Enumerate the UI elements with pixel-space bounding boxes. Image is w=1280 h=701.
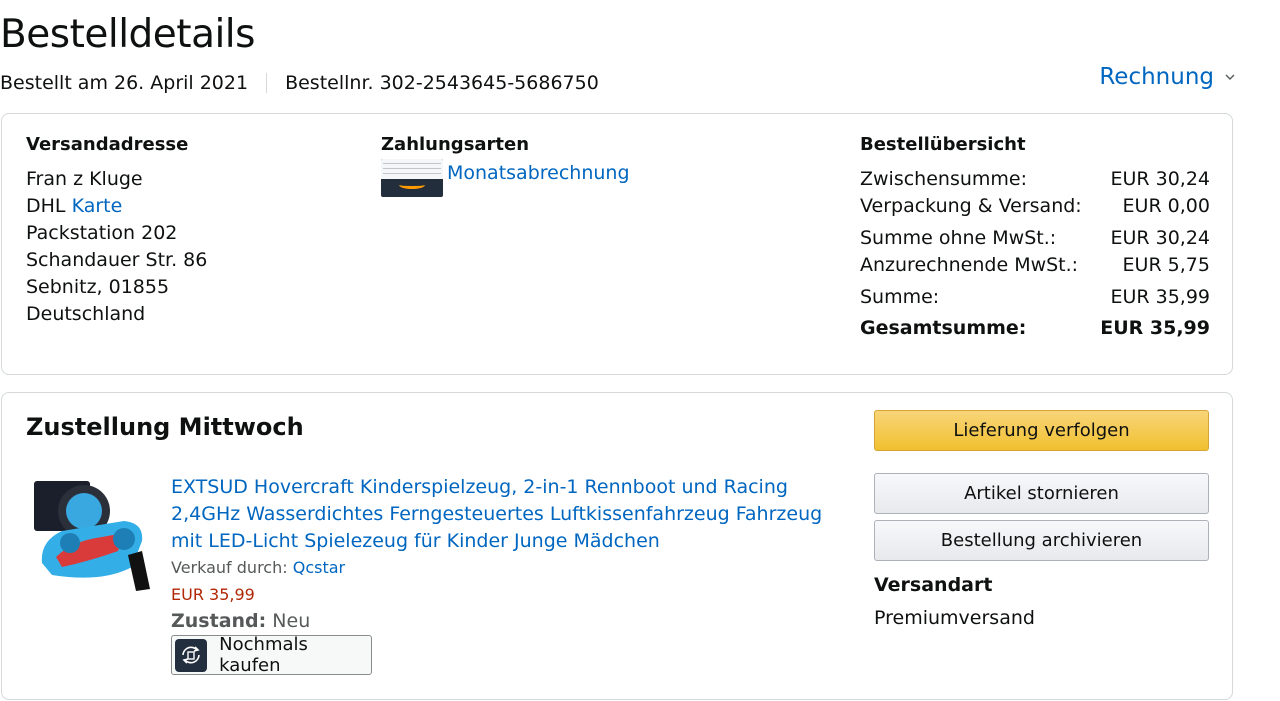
address-name: Fran z Kluge: [26, 168, 143, 190]
condition-value: Neu: [272, 610, 311, 632]
order-summary: Zwischensumme: EUR 30,24 Verpackung & Ve…: [860, 166, 1210, 342]
amazon-card-icon: [381, 159, 443, 197]
product-image[interactable]: [32, 471, 156, 595]
summary-row: Summe: EUR 35,99: [860, 284, 1210, 311]
order-number: Bestellnr. 302-2543645-5686750: [285, 72, 599, 94]
divider: [266, 73, 268, 93]
buy-again-icon: [175, 638, 208, 672]
summary-row: Anzurechnende MwSt.: EUR 5,75: [860, 252, 1210, 279]
summary-value: EUR 5,75: [1122, 254, 1210, 276]
address-line-1: Packstation 202: [26, 222, 178, 244]
summary-value: EUR 30,24: [1110, 227, 1210, 249]
address-carrier: DHL: [26, 195, 66, 217]
summary-label: Summe:: [860, 286, 940, 308]
summary-row: Summe ohne MwSt.: EUR 30,24: [860, 225, 1210, 252]
track-delivery-button[interactable]: Lieferung verfolgen: [874, 410, 1209, 451]
summary-value: EUR 35,99: [1110, 286, 1210, 308]
buy-again-button[interactable]: Nochmals kaufen: [171, 634, 372, 676]
summary-total-value: EUR 35,99: [1100, 317, 1210, 339]
summary-heading: Bestellübersicht: [860, 134, 1026, 155]
summary-label: Anzurechnende MwSt.:: [860, 254, 1079, 276]
map-link[interactable]: Karte: [72, 195, 123, 217]
summary-total-label: Gesamtsumme:: [860, 317, 1027, 339]
payment-method-link[interactable]: Monatsabrechnung: [447, 162, 630, 184]
summary-label: Zwischensumme:: [860, 168, 1028, 190]
invoice-label: Rechnung: [1099, 64, 1214, 90]
delivery-box: Zustellung Mittwoch EXTSUD Hovercraft Ki…: [1, 392, 1233, 700]
product-condition: Zustand: Neu: [171, 610, 310, 632]
summary-row: Verpackung & Versand: EUR 0,00: [860, 193, 1210, 220]
chevron-down-icon: [1225, 74, 1235, 80]
condition-label: Zustand:: [171, 610, 267, 632]
summary-total-row: Gesamtsumme: EUR 35,99: [860, 315, 1210, 342]
payment-heading: Zahlungsarten: [381, 134, 530, 155]
shipping-method: Premiumversand: [874, 607, 1035, 629]
shipping-address-heading: Versandadresse: [26, 134, 189, 155]
invoice-dropdown[interactable]: Rechnung: [1099, 64, 1236, 90]
seller-line: Verkauf durch: Qcstar: [171, 558, 345, 577]
cancel-item-button[interactable]: Artikel stornieren: [874, 473, 1209, 514]
buy-again-label: Nochmals kaufen: [219, 634, 308, 676]
product-price: EUR 35,99: [171, 585, 255, 604]
address-carrier-line: DHL Karte: [26, 193, 207, 220]
archive-order-button[interactable]: Bestellung archivieren: [874, 520, 1209, 561]
summary-value: EUR 30,24: [1110, 168, 1210, 190]
delivery-title: Zustellung Mittwoch: [26, 413, 304, 441]
summary-label: Verpackung & Versand:: [860, 195, 1082, 217]
address-line-2: Schandauer Str. 86: [26, 249, 208, 271]
shipping-method-heading: Versandart: [874, 574, 993, 596]
shipping-address: Fran z Kluge DHL Karte Packstation 202 S…: [26, 166, 207, 328]
seller-prefix: Verkauf durch:: [171, 558, 288, 577]
address-country: Deutschland: [26, 303, 146, 325]
order-info-box: Versandadresse Fran z Kluge DHL Karte Pa…: [1, 113, 1233, 375]
seller-link[interactable]: Qcstar: [293, 558, 345, 577]
order-meta: Bestellt am 26. April 2021 Bestellnr. 30…: [0, 72, 599, 94]
summary-value: EUR 0,00: [1122, 195, 1210, 217]
product-title-link[interactable]: EXTSUD Hovercraft Kinderspielzeug, 2-in-…: [171, 474, 831, 555]
address-line-3: Sebnitz, 01855: [26, 276, 170, 298]
summary-label: Summe ohne MwSt.:: [860, 227, 1057, 249]
order-date: Bestellt am 26. April 2021: [0, 72, 249, 94]
page-title: Bestelldetails: [0, 12, 255, 57]
summary-row: Zwischensumme: EUR 30,24: [860, 166, 1210, 193]
